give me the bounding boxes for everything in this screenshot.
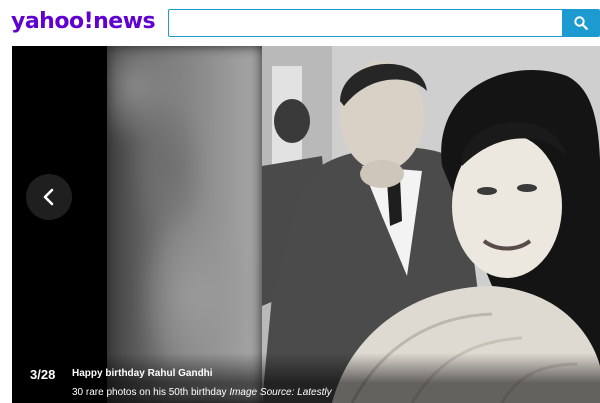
search-box <box>168 9 562 37</box>
photo-slideshow: 3/28 Happy birthday Rahul Gandhi 30 rare… <box>12 46 600 403</box>
chevron-left-icon <box>43 188 54 206</box>
image-source: Image Source: Latestly <box>229 387 332 398</box>
slide-photo <box>107 46 600 403</box>
search-icon <box>574 16 588 30</box>
slide-caption-text: 30 rare photos on his 50th birthday <box>72 387 227 398</box>
top-header: yahoo!news <box>0 0 600 46</box>
slide-title: Happy birthday Rahul Gandhi <box>72 368 213 379</box>
previous-slide-button[interactable] <box>26 174 72 220</box>
logo-brand: yahoo <box>11 9 84 34</box>
search-input[interactable] <box>169 10 562 36</box>
logo-section: news <box>93 9 156 34</box>
search-button[interactable] <box>562 9 600 37</box>
logo-mark: ! <box>83 9 94 34</box>
yahoo-news-logo[interactable]: yahoo!news <box>11 9 156 34</box>
photo-blur-background <box>107 46 262 403</box>
slide-image <box>262 46 600 403</box>
slide-caption: 30 rare photos on his 50th birthday Imag… <box>72 387 332 398</box>
slide-counter: 3/28 <box>30 367 56 382</box>
